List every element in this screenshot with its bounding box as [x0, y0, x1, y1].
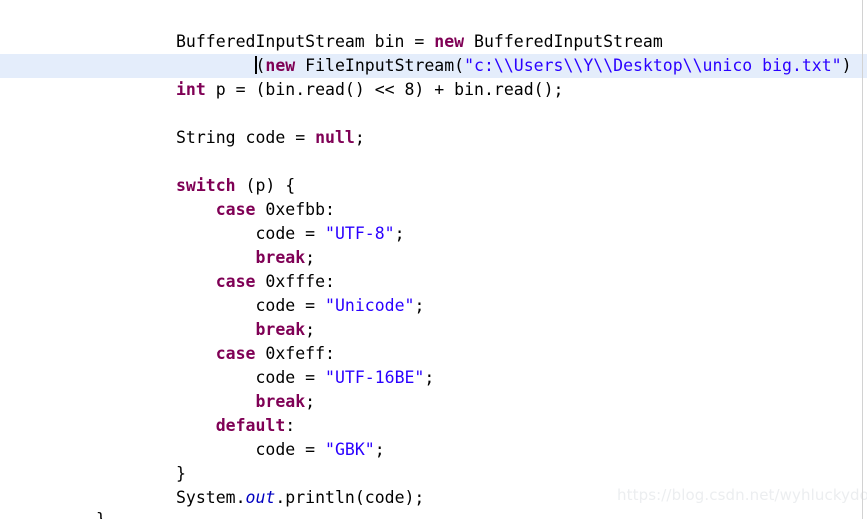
code-line-content: BufferedInputStream bin = new BufferedIn…: [0, 30, 663, 54]
code-line-content: code = "UTF-8";: [0, 222, 405, 246]
code-line[interactable]: int p = (bin.read() << 8) + bin.read();: [0, 78, 867, 102]
watermark-url: https://blog.csdn.net/wyhluckydog: [617, 486, 867, 504]
code-token-plain: String code =: [176, 128, 316, 147]
code-line[interactable]: break;: [0, 390, 867, 414]
code-line[interactable]: break;: [0, 246, 867, 270]
code-line[interactable]: code = "UTF-8";: [0, 222, 867, 246]
code-line-content: case 0xefbb:: [0, 198, 335, 222]
code-line-content: case 0xfeff:: [0, 342, 335, 366]
code-token-kw: new: [265, 56, 296, 75]
code-line[interactable]: case 0xefbb:: [0, 198, 867, 222]
code-line[interactable]: case 0xfeff:: [0, 342, 867, 366]
code-text-area[interactable]: BufferedInputStream bin = new BufferedIn…: [0, 0, 867, 519]
code-line[interactable]: (new FileInputStream("c:\\Users\\Y\\Desk…: [0, 54, 867, 78]
code-line[interactable]: BufferedInputStream bin = new BufferedIn…: [0, 30, 867, 54]
code-line[interactable]: code = "UTF-16BE";: [0, 366, 867, 390]
code-token-plain: 0xfffe:: [255, 272, 335, 291]
code-token-str: "GBK": [325, 440, 375, 459]
code-token-kw: case: [215, 200, 256, 219]
code-token-kw: break: [255, 320, 306, 339]
code-line-content: default:: [0, 414, 295, 438]
code-line[interactable]: code = "GBK";: [0, 438, 867, 462]
code-token-kw: default: [215, 416, 286, 435]
code-token-plain: BufferedInputStream bin =: [176, 32, 435, 51]
code-line-content: String code = null;: [0, 126, 365, 150]
code-token-plain: ;: [414, 296, 425, 315]
code-token-kw: switch: [176, 176, 236, 195]
code-token-plain: }: [176, 464, 186, 483]
code-token-plain: BufferedInputStream: [464, 32, 663, 51]
code-line-content: (new FileInputStream("c:\\Users\\Y\\Desk…: [0, 54, 852, 78]
code-line[interactable]: code = "Unicode";: [0, 294, 867, 318]
code-token-plain: code =: [255, 440, 326, 459]
code-line-content: case 0xfffe:: [0, 270, 335, 294]
code-line[interactable]: default:: [0, 414, 867, 438]
code-line-content: break;: [0, 246, 315, 270]
code-token-plain: ;: [305, 392, 316, 411]
code-line[interactable]: case 0xfffe:: [0, 270, 867, 294]
code-line[interactable]: break;: [0, 318, 867, 342]
code-line[interactable]: [0, 102, 867, 126]
code-line-content: code = "Unicode";: [0, 294, 424, 318]
code-token-field: out: [245, 488, 276, 507]
code-token-plain: System.: [176, 488, 246, 507]
code-token-plain: ;: [305, 248, 316, 267]
code-token-plain: code =: [255, 224, 326, 243]
code-line-content: code = "GBK";: [0, 438, 385, 462]
code-line-content: }: [0, 462, 186, 486]
code-token-kw: new: [434, 32, 465, 51]
code-line[interactable]: switch (p) {: [0, 174, 867, 198]
code-token-kw: int: [176, 80, 206, 99]
code-token-kw: break: [255, 248, 306, 267]
code-line-content: break;: [0, 318, 315, 342]
code-line[interactable]: }: [0, 462, 867, 486]
code-token-plain: (: [255, 56, 266, 75]
code-line-content: switch (p) {: [0, 174, 295, 198]
code-token-plain: (p) {: [235, 176, 296, 195]
code-token-str: "UTF-16BE": [325, 368, 425, 387]
code-token-plain: .println(code);: [275, 488, 425, 507]
code-token-plain: ;: [394, 224, 405, 243]
code-token-plain: 0xefbb:: [255, 200, 335, 219]
code-token-plain: ;: [354, 128, 365, 147]
code-token-plain: ;: [374, 440, 385, 459]
clipped-closing-brace: }: [96, 508, 106, 519]
code-token-plain: ;: [424, 368, 435, 387]
code-token-str: "UTF-8": [325, 224, 395, 243]
code-token-kw: case: [215, 272, 256, 291]
code-line-content: break;: [0, 390, 315, 414]
code-token-plain: :: [285, 416, 296, 435]
code-line-content: int p = (bin.read() << 8) + bin.read();: [0, 78, 563, 102]
code-token-plain: code =: [255, 296, 326, 315]
code-token-plain: 0xfeff:: [255, 344, 335, 363]
code-token-str: "Unicode": [325, 296, 415, 315]
code-line-content: System.out.println(code);: [0, 486, 424, 510]
code-line[interactable]: String code = null;: [0, 126, 867, 150]
code-line-content: code = "UTF-16BE";: [0, 366, 434, 390]
code-token-plain: ;: [305, 320, 316, 339]
code-token-kw: case: [215, 344, 256, 363]
code-line[interactable]: [0, 150, 867, 174]
code-token-plain: p = (bin.read() << 8) + bin.read();: [205, 80, 564, 99]
code-token-plain: FileInputStream(: [295, 56, 465, 75]
code-token-plain: ): [841, 56, 852, 75]
editor-right-divider: [862, 0, 863, 519]
code-token-kw: break: [255, 392, 306, 411]
code-token-kw: null: [315, 128, 355, 147]
code-token-str: "c:\\Users\\Y\\Desktop\\unico big.txt": [464, 56, 842, 75]
code-token-plain: code =: [255, 368, 326, 387]
code-editor[interactable]: BufferedInputStream bin = new BufferedIn…: [0, 0, 867, 519]
